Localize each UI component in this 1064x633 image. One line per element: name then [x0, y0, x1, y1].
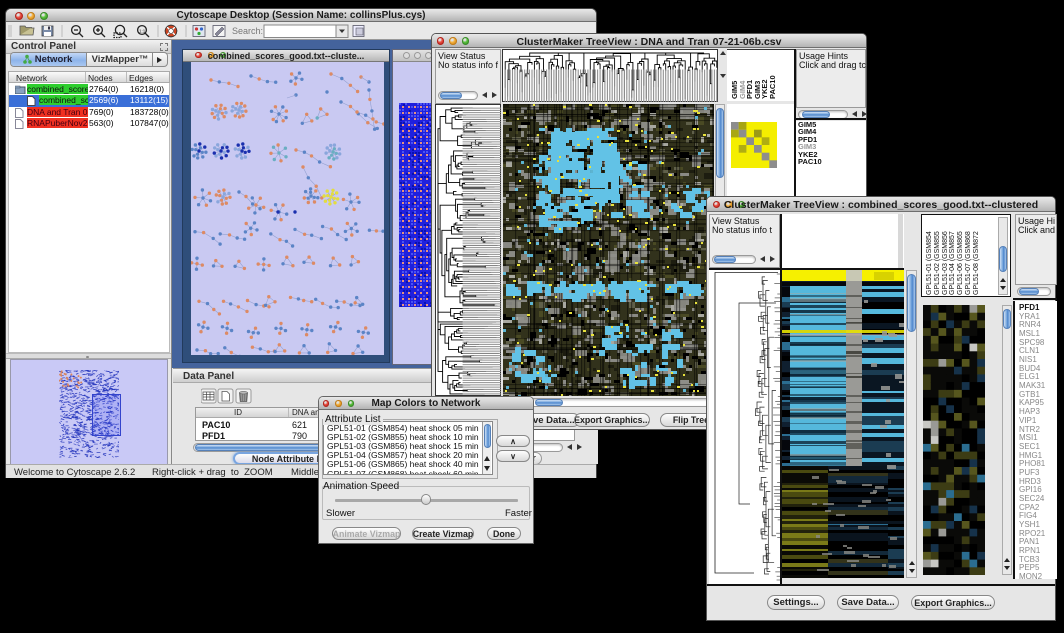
svg-text:Search:: Search:: [232, 26, 263, 36]
svg-text:1:1: 1:1: [139, 29, 146, 34]
